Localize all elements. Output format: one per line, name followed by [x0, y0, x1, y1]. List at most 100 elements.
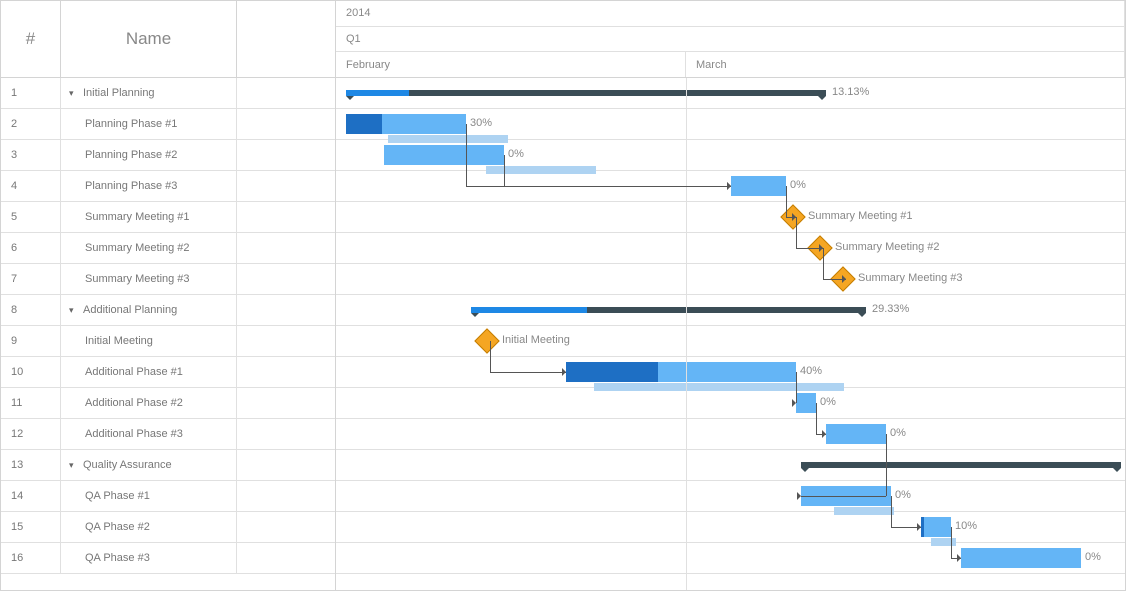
row-number: 14 [1, 481, 61, 511]
timeline-row: 10% [336, 512, 1125, 543]
dependency-line [466, 124, 467, 186]
dependency-arrow-icon [562, 368, 570, 376]
row-number: 9 [1, 326, 61, 356]
timeline-row: 40% [336, 357, 1125, 388]
summary-bar[interactable] [346, 90, 826, 96]
row-number: 1 [1, 78, 61, 108]
table-row[interactable]: 2Planning Phase #1 [1, 109, 335, 140]
dependency-arrow-icon [792, 399, 800, 407]
row-name: QA Phase #2 [61, 512, 237, 542]
dependency-arrow-icon [842, 275, 850, 283]
row-number: 2 [1, 109, 61, 139]
task-bar[interactable] [921, 517, 951, 537]
task-table-body: 1▾Initial Planning2Planning Phase #13Pla… [1, 78, 335, 590]
row-name: Additional Phase #3 [61, 419, 237, 449]
progress-label: 0% [820, 396, 836, 408]
table-row[interactable]: 13▾Quality Assurance [1, 450, 335, 481]
col-header-name[interactable]: Name [61, 1, 237, 77]
timeline-row: 13.13% [336, 78, 1125, 109]
task-bar[interactable] [731, 176, 786, 196]
col-header-number[interactable]: # [1, 1, 61, 77]
timeline-row: 30% [336, 109, 1125, 140]
timeline-month-feb: February [336, 52, 686, 77]
row-number: 8 [1, 295, 61, 325]
row-name: Initial Meeting [61, 326, 237, 356]
dependency-line [504, 186, 731, 187]
dependency-line [801, 496, 886, 497]
milestone-diamond[interactable] [474, 328, 499, 353]
collapse-icon[interactable]: ▾ [69, 460, 79, 471]
table-row[interactable]: 11Additional Phase #2 [1, 388, 335, 419]
task-bar[interactable] [346, 114, 466, 134]
row-number: 12 [1, 419, 61, 449]
timeline-body[interactable]: 13.13%30%0%0%Summary Meeting #1Summary M… [336, 78, 1125, 590]
progress-label: 29.33% [872, 303, 909, 315]
table-row[interactable]: 4Planning Phase #3 [1, 171, 335, 202]
row-name: Planning Phase #3 [61, 171, 237, 201]
progress-label: 10% [955, 520, 977, 532]
collapse-icon[interactable]: ▾ [69, 305, 79, 316]
row-number: 13 [1, 450, 61, 480]
collapse-icon[interactable]: ▾ [69, 88, 79, 99]
dependency-line [816, 403, 817, 434]
dependency-arrow-icon [797, 492, 805, 500]
dependency-line [504, 155, 505, 186]
row-name: ▾Quality Assurance [61, 450, 237, 480]
milestone-label: Summary Meeting #2 [835, 241, 940, 253]
progress-label: 40% [800, 365, 822, 377]
table-row[interactable]: 9Initial Meeting [1, 326, 335, 357]
table-row[interactable]: 3Planning Phase #2 [1, 140, 335, 171]
row-number: 11 [1, 388, 61, 418]
timeline-row: 0% [336, 481, 1125, 512]
table-row[interactable]: 7Summary Meeting #3 [1, 264, 335, 295]
task-table-header: # Name [1, 1, 335, 78]
timeline-row: 0% [336, 140, 1125, 171]
table-row[interactable]: 12Additional Phase #3 [1, 419, 335, 450]
milestone-label: Summary Meeting #3 [858, 272, 963, 284]
table-row[interactable]: 14QA Phase #1 [1, 481, 335, 512]
dependency-line [886, 434, 887, 496]
table-row[interactable]: 8▾Additional Planning [1, 295, 335, 326]
dependency-arrow-icon [727, 182, 735, 190]
dependency-line [891, 496, 892, 527]
progress-label: 0% [890, 427, 906, 439]
table-row[interactable]: 6Summary Meeting #2 [1, 233, 335, 264]
timeline-year: 2014 [336, 1, 1125, 26]
dependency-line [796, 217, 797, 248]
task-bar[interactable] [826, 424, 886, 444]
table-row[interactable]: 15QA Phase #2 [1, 512, 335, 543]
progress-label: 13.13% [832, 86, 869, 98]
row-number: 5 [1, 202, 61, 232]
row-number: 10 [1, 357, 61, 387]
row-number: 3 [1, 140, 61, 170]
timeline-panel: 2014 Q1 February March 13.13% 30% 0% 0% Summ… [336, 1, 1125, 590]
row-name: Summary Meeting #3 [61, 264, 237, 294]
row-name: Summary Meeting #1 [61, 202, 237, 232]
col-header-blank [237, 1, 335, 77]
table-row[interactable]: 5Summary Meeting #1 [1, 202, 335, 233]
timeline-month-mar: March [686, 52, 1125, 77]
progress-label: 0% [1085, 551, 1101, 563]
table-row[interactable]: 10Additional Phase #1 [1, 357, 335, 388]
row-name: Additional Phase #2 [61, 388, 237, 418]
timeline-header: 2014 Q1 February March [336, 1, 1125, 78]
timeline-row: Summary Meeting #2 [336, 233, 1125, 264]
progress-label: 30% [470, 117, 492, 129]
summary-bar[interactable] [471, 307, 866, 313]
timeline-row: Summary Meeting #3 [336, 264, 1125, 295]
row-name: Summary Meeting #2 [61, 233, 237, 263]
dependency-line [490, 341, 491, 372]
task-bar[interactable] [384, 145, 504, 165]
table-row[interactable]: 1▾Initial Planning [1, 78, 335, 109]
milestone-label: Initial Meeting [502, 334, 570, 346]
row-name: Additional Phase #1 [61, 357, 237, 387]
month-divider [686, 78, 687, 590]
summary-bar[interactable] [801, 462, 1121, 468]
task-bar[interactable] [961, 548, 1081, 568]
row-number: 16 [1, 543, 61, 573]
timeline-row: Initial Meeting [336, 326, 1125, 357]
row-name: ▾Initial Planning [61, 78, 237, 108]
table-row[interactable]: 16QA Phase #3 [1, 543, 335, 574]
row-number: 6 [1, 233, 61, 263]
task-bar[interactable] [566, 362, 796, 382]
